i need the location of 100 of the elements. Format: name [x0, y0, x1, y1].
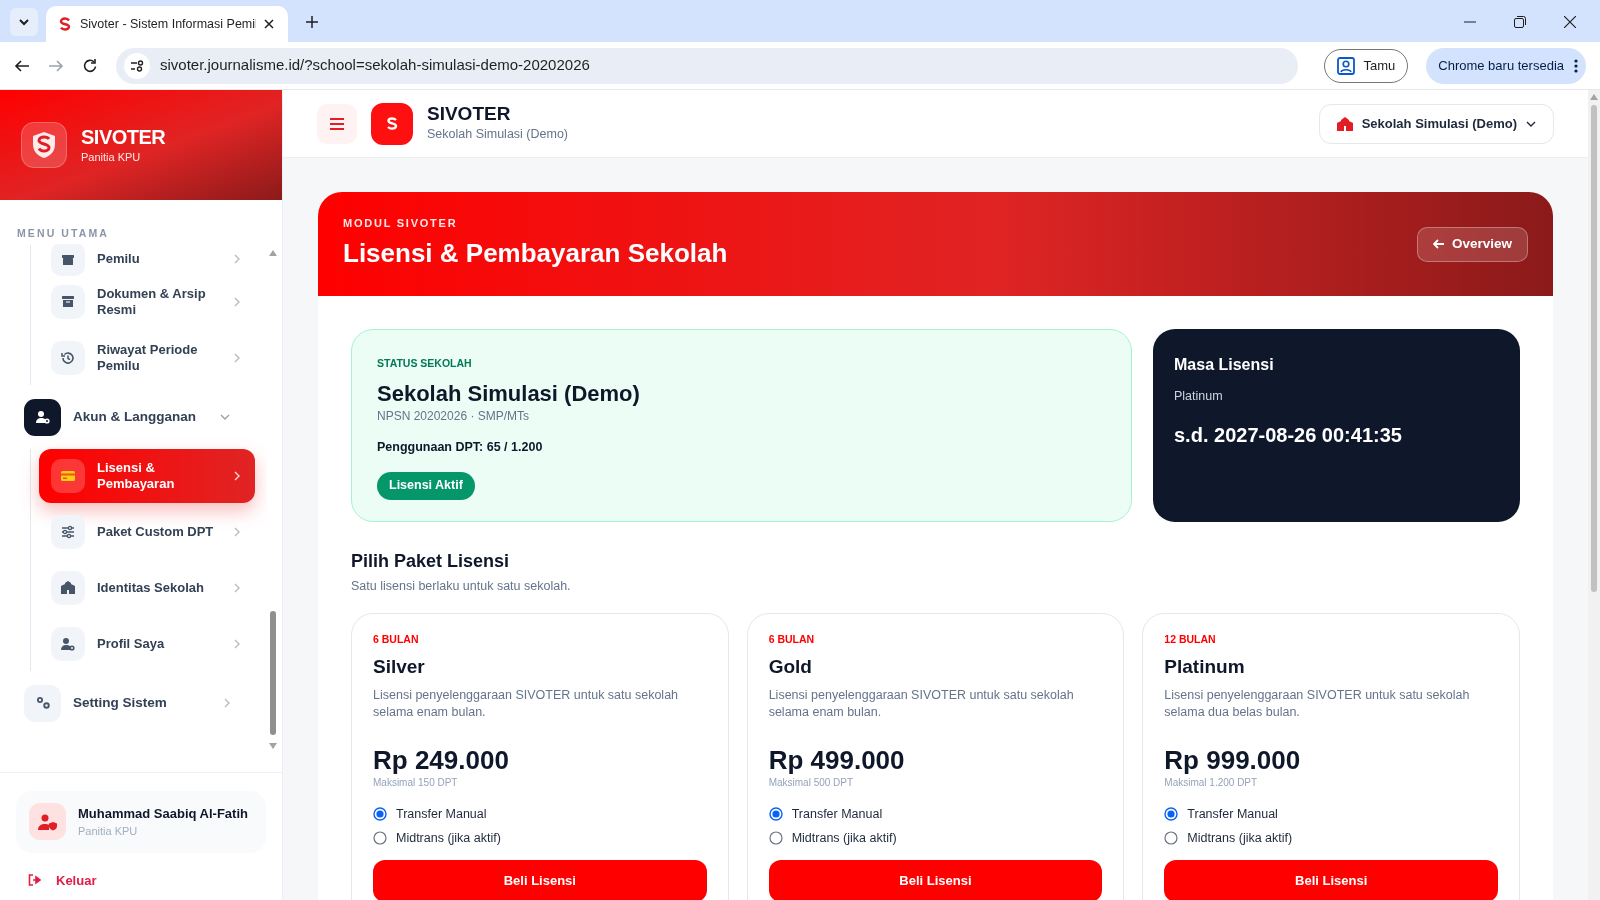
user-name: Muhammad Saabiq Al-Fatih: [78, 804, 248, 823]
app-logo-icon: [371, 102, 413, 145]
item-label: Identitas Sekolah: [97, 580, 205, 596]
option-label: Midtrans (jika aktif): [1187, 829, 1293, 847]
back-icon[interactable]: [14, 57, 30, 74]
buy-button[interactable]: Beli Lisensi: [768, 860, 1103, 900]
section-subtitle: Satu lisensi berlaku untuk satu sekolah.: [351, 578, 572, 595]
radio-button[interactable]: [1164, 831, 1179, 845]
item-label: Lisensi & Pembayaran: [97, 460, 176, 492]
tab-list-button[interactable]: [10, 8, 38, 36]
chevron-right-icon: [233, 296, 241, 308]
restore-icon[interactable]: [1514, 16, 1526, 28]
history-icon: [59, 349, 77, 367]
school-title: Sekolah Simulasi (Demo): [377, 380, 640, 407]
shield-logo-icon: [21, 122, 67, 168]
section-label: MENU UTAMA: [17, 227, 109, 239]
chevron-right-icon: [233, 526, 241, 538]
sidebar-item[interactable]: Dokumen & Arsip Resmi: [39, 275, 255, 329]
chevron-right-icon: [233, 582, 241, 594]
chevron-right-icon: [233, 352, 241, 364]
plan-description: Lisensi penyelenggaraan SIVOTER untuk satu sekolah selama enam bulan.: [768, 687, 1075, 721]
period-until: s.d. 2027-08-26 00:41:35: [1174, 422, 1403, 448]
user-gear-icon: [33, 408, 52, 426]
more-icon: [1574, 58, 1578, 73]
plan-price: Rp 999.000: [1164, 745, 1302, 775]
site-favicon: [58, 17, 72, 31]
group-label: Akun & Langganan: [73, 407, 197, 426]
plan-price: Rp 499.000: [768, 745, 906, 775]
radio-button[interactable]: [373, 831, 387, 845]
brand-role: Panitia KPU: [81, 149, 142, 165]
option-label: Transfer Manual: [396, 805, 487, 823]
close-icon[interactable]: [1564, 16, 1576, 28]
reload-icon[interactable]: [82, 57, 98, 74]
menu-button[interactable]: [317, 103, 357, 144]
plan-name: Platinum: [1164, 654, 1246, 679]
url-text: sivoter.journalisme.id/?school=sekolah-simulasi-demo-20202026: [160, 55, 590, 76]
plan-limit: Maksimal 500 DPT: [768, 776, 855, 790]
sidebar-item[interactable]: Pemilu: [39, 245, 255, 273]
menu-icon: [329, 116, 345, 131]
logout-icon: [28, 874, 42, 887]
item-label: Riwayat Periode Pemilu: [97, 342, 199, 374]
option-label: Transfer Manual: [1187, 805, 1278, 823]
radio-button[interactable]: [1164, 807, 1179, 821]
buy-button[interactable]: Beli Lisensi: [1164, 860, 1498, 900]
school-building-icon: [59, 579, 77, 597]
sidebar-group[interactable]: Akun & Langganan: [24, 387, 261, 447]
site-settings-icon[interactable]: [124, 52, 150, 79]
plan-description: Lisensi penyelenggaraan SIVOTER untuk satu sekolah selama dua belas bulan.: [1164, 687, 1471, 721]
user-shield-icon: [37, 812, 58, 831]
app-name: SIVOTER: [427, 103, 512, 126]
period-plan: Platinum: [1174, 388, 1224, 405]
dpt-usage: Penggunaan DPT: 65 / 1.200: [377, 438, 543, 456]
user-role: Panitia KPU: [78, 824, 139, 839]
option-label: Midtrans (jika aktif): [396, 829, 501, 847]
sidebar-item[interactable]: Identitas Sekolah: [39, 561, 255, 615]
scrollbar[interactable]: [1588, 90, 1600, 900]
status-eyebrow: STATUS SEKOLAH: [377, 356, 472, 371]
sidebar-item[interactable]: Lisensi & Pembayaran: [39, 449, 255, 503]
school-building-icon: [1335, 116, 1354, 131]
group-label: Setting Sistem: [73, 693, 168, 712]
school-meta: NPSN 20202026 · SMP/MTs: [377, 407, 530, 425]
sidebar-group[interactable]: Setting Sistem: [24, 673, 261, 733]
plan-name: Silver: [373, 654, 426, 679]
close-icon[interactable]: [264, 19, 274, 29]
school-name: Sekolah Simulasi (Demo): [427, 126, 569, 144]
period-title: Masa Lisensi: [1174, 355, 1275, 375]
option-label: Transfer Manual: [791, 805, 883, 823]
overview-button[interactable]: Overview: [1416, 226, 1528, 262]
radio-button[interactable]: [768, 831, 783, 845]
logout-link[interactable]: Keluar: [28, 870, 266, 890]
plan-price: Rp 249.000: [373, 745, 510, 775]
chevron-right-icon: [233, 253, 241, 265]
chevron-right-icon: [233, 470, 241, 482]
user-card[interactable]: Muhammad Saabiq Al-Fatih Panitia KPU: [16, 790, 266, 853]
banner-title: Lisensi & Pembayaran Sekolah: [343, 236, 729, 270]
chevron-down-icon: [219, 413, 231, 421]
item-label: Pemilu: [97, 251, 141, 267]
radio-button[interactable]: [768, 807, 783, 821]
update-chip[interactable]: Chrome baru tersedia: [1426, 47, 1586, 84]
sidebar-item[interactable]: Profil Saya: [39, 617, 255, 671]
buy-button[interactable]: Beli Lisensi: [373, 860, 707, 900]
sidebar-item[interactable]: Riwayat Periode Pemilu: [39, 331, 255, 385]
sidebar-item[interactable]: Paket Custom DPT: [39, 505, 255, 559]
plan-duration: 6 BULAN: [373, 631, 420, 647]
item-label: Paket Custom DPT: [97, 524, 215, 540]
plan-limit: Maksimal 150 DPT: [373, 776, 459, 790]
chevron-down-icon: [1525, 119, 1537, 128]
sliders-icon: [59, 523, 77, 541]
item-label: Profil Saya: [97, 636, 166, 652]
arrow-left-icon: [1432, 239, 1445, 249]
address-bar[interactable]: sivoter.journalisme.id/?school=sekolah-simulasi-demo-20202026: [116, 47, 1299, 84]
brand-name: SIVOTER: [81, 124, 166, 149]
banner-eyebrow: MODUL SIVOTER: [343, 216, 459, 232]
chevron-right-icon: [233, 638, 241, 650]
profile-icon: [1337, 56, 1356, 75]
school-selector[interactable]: Sekolah Simulasi (Demo): [1318, 103, 1554, 144]
radio-button[interactable]: [373, 807, 387, 821]
caret-icon: [18, 18, 30, 26]
plan-duration: 12 BULAN: [1164, 631, 1217, 647]
new-tab-icon[interactable]: [306, 16, 318, 28]
